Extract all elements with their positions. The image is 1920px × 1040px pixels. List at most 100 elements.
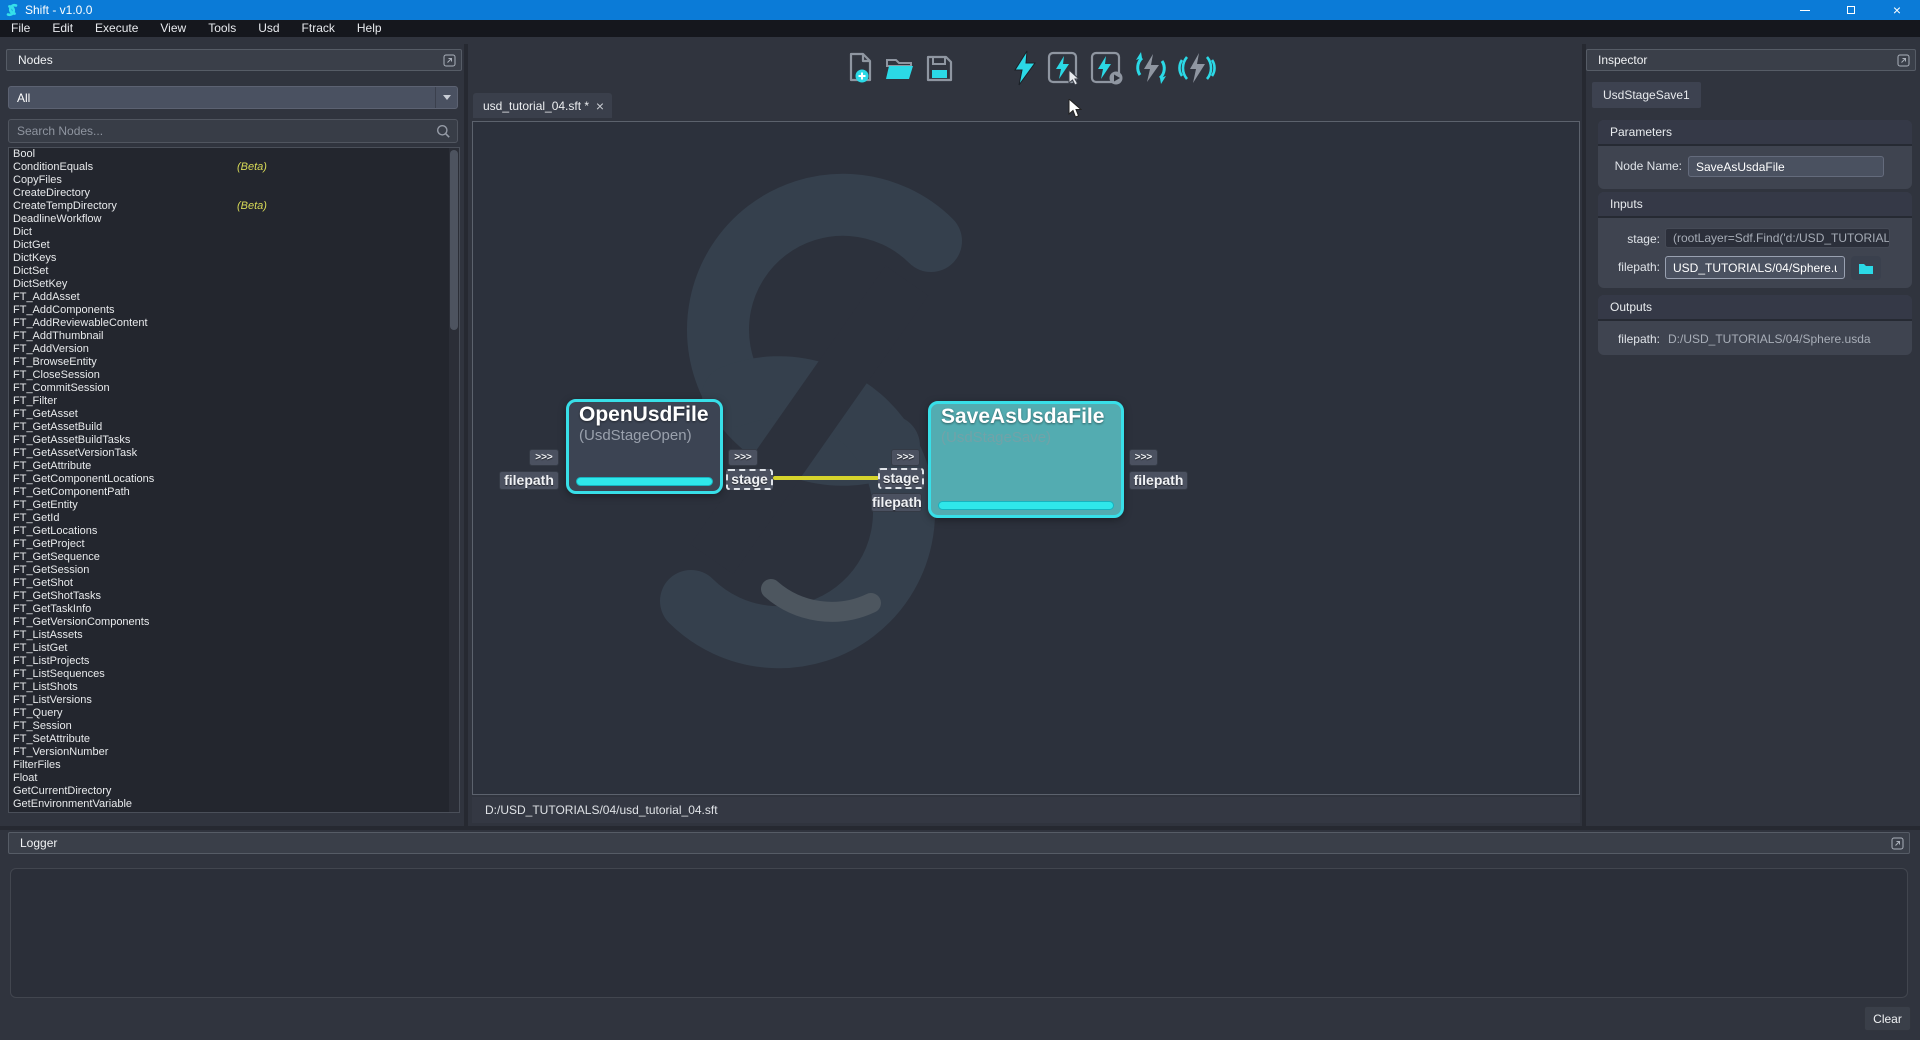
menu-tools[interactable]: Tools xyxy=(197,20,247,37)
clear-logger-button[interactable]: Clear xyxy=(1864,1006,1911,1031)
graph-node-openusdfile[interactable]: OpenUsdFile (UsdStageOpen) xyxy=(566,399,723,494)
execute-selected-icon[interactable] xyxy=(1047,50,1081,86)
search-input[interactable] xyxy=(9,124,436,138)
port-stage-in-saveasusdafile[interactable]: stage xyxy=(878,468,924,489)
list-item[interactable]: FT_GetComponentLocations xyxy=(9,473,459,486)
close-button[interactable]: × xyxy=(1874,0,1920,20)
restore-button[interactable] xyxy=(1828,0,1874,20)
execute-refresh-icon[interactable] xyxy=(1133,50,1169,86)
list-item[interactable]: FT_GetAsset xyxy=(9,408,459,421)
list-item[interactable]: FT_CloseSession xyxy=(9,369,459,382)
list-item[interactable]: FT_GetTaskInfo xyxy=(9,603,459,616)
menu-help[interactable]: Help xyxy=(346,20,393,37)
list-item[interactable]: FT_ListVersions xyxy=(9,694,459,707)
list-item[interactable]: FT_GetSequence xyxy=(9,551,459,564)
list-item[interactable]: CopyFiles xyxy=(9,174,459,187)
nodes-popout-icon[interactable] xyxy=(443,54,456,67)
list-item[interactable]: FilterFiles xyxy=(9,759,459,772)
inspector-tab-usdstagesave1[interactable]: UsdStageSave1 xyxy=(1592,82,1701,108)
execute-live-icon[interactable] xyxy=(1178,50,1216,86)
list-item[interactable]: CreateTempDirectory(Beta) xyxy=(9,200,459,213)
menu-file[interactable]: File xyxy=(0,20,41,37)
list-item[interactable]: DictSet xyxy=(9,265,459,278)
list-item[interactable]: FT_GetAssetVersionTask xyxy=(9,447,459,460)
save-graph-icon[interactable] xyxy=(924,52,954,85)
list-item[interactable]: DeadlineWorkflow xyxy=(9,213,459,226)
list-item[interactable]: Dict xyxy=(9,226,459,239)
list-item[interactable]: GetEnvironmentVariable xyxy=(9,798,459,811)
list-item[interactable]: FT_ListSequences xyxy=(9,668,459,681)
port-filepath-out-saveasusdafile[interactable]: filepath xyxy=(1129,471,1188,490)
list-item[interactable]: FT_GetShotTasks xyxy=(9,590,459,603)
list-item[interactable]: FT_GetId xyxy=(9,512,459,525)
menu-execute[interactable]: Execute xyxy=(84,20,149,37)
list-item[interactable]: ConditionEquals(Beta) xyxy=(9,161,459,174)
splitter-logger[interactable] xyxy=(0,826,1920,830)
graph-node-saveasusdafile[interactable]: SaveAsUsdaFile (UsdStageSave) xyxy=(928,401,1124,518)
list-item[interactable]: FT_AddComponents xyxy=(9,304,459,317)
tab-close-icon[interactable]: × xyxy=(596,100,604,112)
list-item[interactable]: DictSetKey xyxy=(9,278,459,291)
list-item[interactable]: FT_ListAssets xyxy=(9,629,459,642)
port-exec-in-saveasusdafile[interactable]: >>> xyxy=(891,449,920,466)
list-item[interactable]: FT_GetComponentPath xyxy=(9,486,459,499)
connection-wire-stage[interactable] xyxy=(773,476,879,480)
menu-usd[interactable]: Usd xyxy=(247,20,290,37)
list-item[interactable]: FT_GetAssetBuild xyxy=(9,421,459,434)
node-filter-dropdown[interactable]: All xyxy=(8,86,458,109)
splitter-left[interactable] xyxy=(464,44,468,830)
execute-from-selected-icon[interactable] xyxy=(1090,50,1124,86)
splitter-right[interactable] xyxy=(1582,44,1586,830)
port-filepath-in-openusdfile[interactable]: filepath xyxy=(499,471,559,490)
list-item[interactable]: FT_BrowseEntity xyxy=(9,356,459,369)
list-item[interactable]: FT_SetAttribute xyxy=(9,733,459,746)
list-item[interactable]: FT_GetAssetBuildTasks xyxy=(9,434,459,447)
list-item[interactable]: FT_VersionNumber xyxy=(9,746,459,759)
list-item[interactable]: FT_GetLocations xyxy=(9,525,459,538)
menu-view[interactable]: View xyxy=(149,20,197,37)
list-item[interactable]: FT_CommitSession xyxy=(9,382,459,395)
menu-edit[interactable]: Edit xyxy=(41,20,84,37)
list-item[interactable]: FT_GetProject xyxy=(9,538,459,551)
list-item[interactable]: Float xyxy=(9,772,459,785)
list-item[interactable]: FT_Filter xyxy=(9,395,459,408)
list-item[interactable]: FT_GetEntity xyxy=(9,499,459,512)
list-item[interactable]: FT_ListProjects xyxy=(9,655,459,668)
list-item[interactable]: Bool xyxy=(9,148,459,161)
node-graph-canvas[interactable]: OpenUsdFile (UsdStageOpen) >>> filepath … xyxy=(472,121,1580,795)
menu-ftrack[interactable]: Ftrack xyxy=(291,20,346,37)
port-exec-out-saveasusdafile[interactable]: >>> xyxy=(1129,449,1158,466)
port-filepath-in-saveasusdafile[interactable]: filepath xyxy=(871,493,922,512)
node-name-input[interactable] xyxy=(1696,160,1876,174)
list-item[interactable]: FT_ListShots xyxy=(9,681,459,694)
list-item[interactable]: FT_GetShot xyxy=(9,577,459,590)
graph-tab[interactable]: usd_tutorial_04.sft * × xyxy=(473,93,612,118)
port-exec-out-openusdfile[interactable]: >>> xyxy=(728,449,758,466)
logger-output-area[interactable] xyxy=(10,868,1908,998)
list-item[interactable]: FT_GetSession xyxy=(9,564,459,577)
new-graph-icon[interactable] xyxy=(845,52,875,85)
port-exec-in-openusdfile[interactable]: >>> xyxy=(529,449,559,466)
list-item[interactable]: FT_ListGet xyxy=(9,642,459,655)
logger-popout-icon[interactable] xyxy=(1891,837,1904,850)
minimize-button[interactable] xyxy=(1782,0,1828,20)
list-item[interactable]: FT_AddAsset xyxy=(9,291,459,304)
execute-graph-icon[interactable] xyxy=(1012,50,1038,86)
list-item[interactable]: FT_Session xyxy=(9,720,459,733)
node-type-label: GetEnvironmentVariable xyxy=(13,798,132,810)
list-item[interactable]: FT_AddVersion xyxy=(9,343,459,356)
list-item[interactable]: FT_GetVersionComponents xyxy=(9,616,459,629)
list-item[interactable]: FT_AddReviewableContent xyxy=(9,317,459,330)
inspector-popout-icon[interactable] xyxy=(1897,54,1910,67)
list-item[interactable]: CreateDirectory xyxy=(9,187,459,200)
list-item[interactable]: DictGet xyxy=(9,239,459,252)
port-stage-out-openusdfile[interactable]: stage xyxy=(726,469,773,490)
list-item[interactable]: FT_AddThumbnail xyxy=(9,330,459,343)
list-item[interactable]: FT_GetAttribute xyxy=(9,460,459,473)
browse-filepath-button[interactable] xyxy=(1851,256,1881,280)
filepath-input[interactable] xyxy=(1673,261,1837,275)
list-item[interactable]: FT_Query xyxy=(9,707,459,720)
list-item[interactable]: DictKeys xyxy=(9,252,459,265)
open-graph-icon[interactable] xyxy=(884,52,915,85)
list-item[interactable]: GetCurrentDirectory xyxy=(9,785,459,798)
